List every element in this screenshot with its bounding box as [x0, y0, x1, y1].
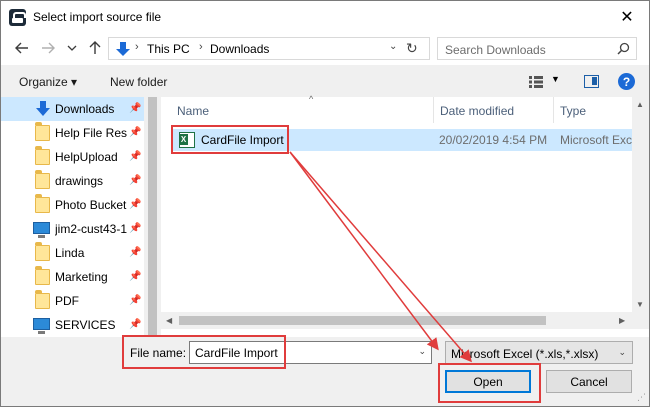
file-type-filter-value: Microsoft Excel (*.xls,*.xlsx) [451, 347, 599, 361]
pin-icon: 📌 [129, 223, 142, 234]
column-header-date-modified[interactable]: Date modified [434, 97, 554, 123]
folder-icon [35, 290, 50, 309]
sidebar-item-marketing[interactable]: Marketing 📌 [1, 265, 144, 289]
navigation-bar: › This PC › Downloads ⌄ ↻ Search Downloa… [1, 33, 649, 65]
sidebar-item-helpupload[interactable]: HelpUpload 📌 [1, 145, 144, 169]
address-bar[interactable]: › This PC › Downloads ⌄ ↻ [108, 37, 430, 60]
file-dialog: Select import source file ✕ › This PC › … [0, 0, 650, 407]
preview-pane-icon[interactable] [584, 75, 599, 88]
folder-icon [35, 242, 50, 261]
download-icon [116, 42, 130, 56]
resize-grip-icon[interactable]: ⋰ [637, 392, 646, 403]
pin-icon: 📌 [129, 319, 142, 330]
pin-icon: 📌 [129, 127, 142, 138]
chevron-down-icon[interactable]: ⌄ [418, 346, 426, 357]
sort-up-icon: ^ [309, 94, 314, 104]
file-list-vertical-scrollbar[interactable]: ▲ ▼ [632, 97, 649, 312]
sidebar-item-label: Downloads [55, 102, 115, 116]
sidebar-item-jim2-cust43[interactable]: jim2-cust43-1 📌 [1, 217, 144, 241]
sidebar-item-downloads[interactable]: Downloads 📌 [1, 97, 144, 121]
sidebar-item-label: Marketing [55, 270, 108, 284]
sidebar-item-label: Photo Bucket [55, 198, 127, 212]
monitor-icon [33, 318, 50, 334]
pin-icon: 📌 [129, 175, 142, 186]
sidebar-item-label: jim2-cust43-1 [55, 222, 127, 236]
pin-icon: 📌 [129, 151, 142, 162]
view-options-icon[interactable] [529, 76, 543, 88]
forward-arrow-icon[interactable] [39, 39, 57, 57]
sidebar-item-label: PDF [55, 294, 79, 308]
app-icon [9, 9, 26, 26]
scroll-right-icon[interactable]: ▶ [619, 316, 625, 325]
file-date: 20/02/2019 4:54 PM [439, 133, 548, 147]
new-folder-button[interactable]: New folder [110, 75, 167, 89]
search-input[interactable]: Search Downloads [445, 43, 546, 57]
refresh-icon[interactable]: ↻ [406, 40, 418, 57]
command-bar: Organize ▾ New folder ▼ ? [1, 65, 649, 97]
sidebar-item-label: HelpUpload [55, 150, 118, 164]
file-list-horizontal-scrollbar[interactable]: ◀ ▶ [161, 312, 649, 329]
search-box[interactable]: Search Downloads [437, 37, 637, 60]
chevron-down-icon[interactable] [63, 39, 81, 57]
file-type-filter[interactable]: Microsoft Excel (*.xls,*.xlsx) ⌄ [445, 341, 633, 364]
breadcrumb-separator-icon: › [135, 41, 139, 53]
breadcrumb-this-pc[interactable]: This PC [147, 42, 190, 56]
breadcrumb-downloads[interactable]: Downloads [210, 42, 269, 56]
folder-icon [35, 194, 50, 213]
sidebar-item-label: SERVICES [55, 318, 116, 332]
highlight-open-button [438, 363, 541, 403]
download-icon [36, 101, 50, 116]
scrollbar-thumb[interactable] [179, 316, 546, 325]
highlight-file-row [171, 125, 289, 154]
sidebar-item-photo-bucket[interactable]: Photo Bucket 📌 [1, 193, 144, 217]
folder-icon [35, 266, 50, 285]
sidebar-item-help-file-reso[interactable]: Help File Reso 📌 [1, 121, 144, 145]
up-arrow-icon[interactable] [86, 39, 104, 57]
folder-icon [35, 146, 50, 165]
column-header-label: Type [560, 104, 587, 118]
navigation-pane: Downloads 📌 Help File Reso 📌 HelpUpload … [1, 97, 144, 337]
chevron-down-icon[interactable]: ▼ [551, 74, 560, 84]
column-header-type[interactable]: Type [554, 97, 632, 123]
highlight-file-name [122, 335, 286, 369]
sidebar-item-label: drawings [55, 174, 104, 188]
column-header-label: Date modified [440, 104, 515, 118]
chevron-down-icon: ⌄ [618, 347, 626, 357]
pin-icon: 📌 [129, 199, 142, 210]
folder-icon [35, 122, 50, 141]
pin-icon: 📌 [129, 247, 142, 258]
breadcrumb-separator-icon: › [199, 41, 203, 53]
help-icon[interactable]: ? [618, 73, 635, 90]
column-header-name[interactable]: Name ^ [171, 94, 434, 123]
column-header-label: Name [177, 104, 210, 118]
scroll-left-icon[interactable]: ◀ [166, 316, 172, 325]
pin-icon: 📌 [129, 103, 142, 114]
scroll-down-icon[interactable]: ▼ [636, 300, 644, 309]
close-button[interactable]: ✕ [605, 1, 649, 33]
monitor-icon [33, 222, 50, 238]
sidebar-item-services[interactable]: SERVICES 📌 [1, 313, 144, 337]
sidebar-item-pdf[interactable]: PDF 📌 [1, 289, 144, 313]
folder-icon [35, 170, 50, 189]
cancel-button[interactable]: Cancel [546, 370, 632, 393]
scrollbar-thumb[interactable] [148, 97, 157, 337]
scroll-up-icon[interactable]: ▲ [636, 100, 644, 109]
title-bar: Select import source file ✕ [1, 1, 649, 33]
sidebar-item-linda[interactable]: Linda 📌 [1, 241, 144, 265]
back-arrow-icon[interactable] [13, 39, 31, 57]
sidebar-scrollbar[interactable] [144, 97, 161, 337]
window-title: Select import source file [33, 10, 162, 24]
chevron-down-icon[interactable]: ⌄ [389, 41, 397, 52]
pin-icon: 📌 [129, 295, 142, 306]
sidebar-item-label: Help File Reso [55, 126, 127, 140]
sidebar-item-drawings[interactable]: drawings 📌 [1, 169, 144, 193]
pin-icon: 📌 [129, 271, 142, 282]
organize-menu[interactable]: Organize ▾ [19, 75, 77, 89]
sidebar-item-label: Linda [55, 246, 85, 260]
search-icon [617, 42, 630, 55]
